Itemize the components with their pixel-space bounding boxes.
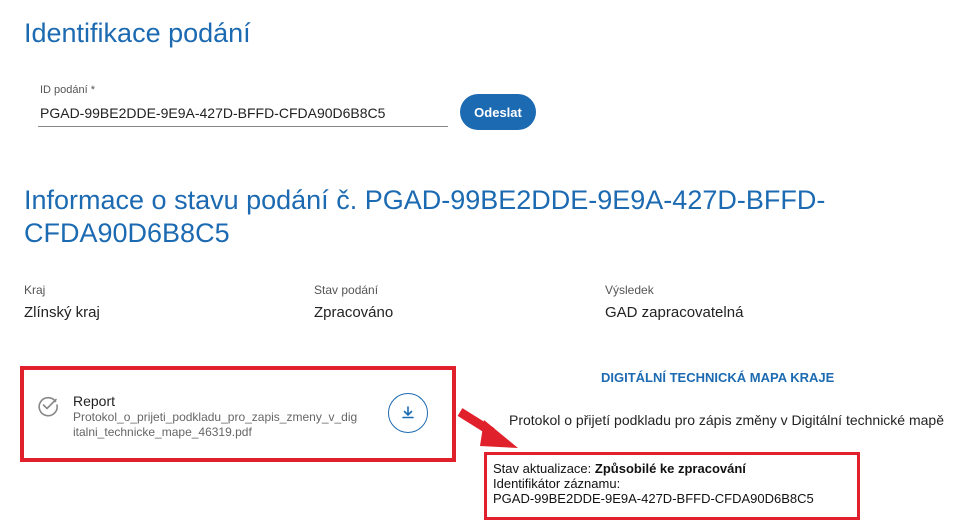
id-field-label: ID podání * <box>40 84 96 96</box>
region-value: Zlínský kraj <box>24 304 100 321</box>
status-title: Informace o stavu podání č. PGAD-99BE2DD… <box>24 185 826 248</box>
report-filename: Protokol_o_prijeti_podkladu_pro_zapis_zm… <box>73 410 373 440</box>
region-label: Kraj <box>24 283 46 297</box>
id-input[interactable] <box>38 100 448 127</box>
check-circle-icon <box>36 393 60 417</box>
state-value: Zpracováno <box>314 304 394 321</box>
dtm-heading: DIGITÁLNÍ TECHNICKÁ MAPA KRAJE <box>601 370 835 385</box>
update-status-value: Způsobilé ke zpracování <box>594 461 746 476</box>
report-filename-line2: italni_technicke_mape_46319.pdf <box>73 425 252 439</box>
result-value: GAD zapracovatelná <box>605 304 744 321</box>
submit-button[interactable]: Odeslat <box>460 94 536 130</box>
state-label: Stav podání <box>314 283 379 297</box>
page-title: Identifikace podání <box>24 18 251 48</box>
download-button[interactable] <box>388 393 428 433</box>
report-filename-line1: Protokol_o_prijeti_podkladu_pro_zapis_zm… <box>73 410 358 424</box>
result-label: Výsledek <box>605 283 654 297</box>
protocol-title: Protokol o přijetí podkladu pro zápis zm… <box>509 412 944 428</box>
update-status-box: Stav aktualizace: Způsobilé ke zpracován… <box>484 452 860 520</box>
update-status-label: Stav aktualizace: <box>493 461 592 476</box>
download-icon <box>402 406 414 419</box>
update-status-line: Stav aktualizace: Způsobilé ke zpracován… <box>493 461 857 476</box>
report-title: Report <box>73 393 116 409</box>
record-id-label: Identifikátor záznamu: <box>493 476 621 491</box>
record-id-value: PGAD-99BE2DDE-9E9A-427D-BFFD-CFDA90D6B8C… <box>493 491 814 506</box>
